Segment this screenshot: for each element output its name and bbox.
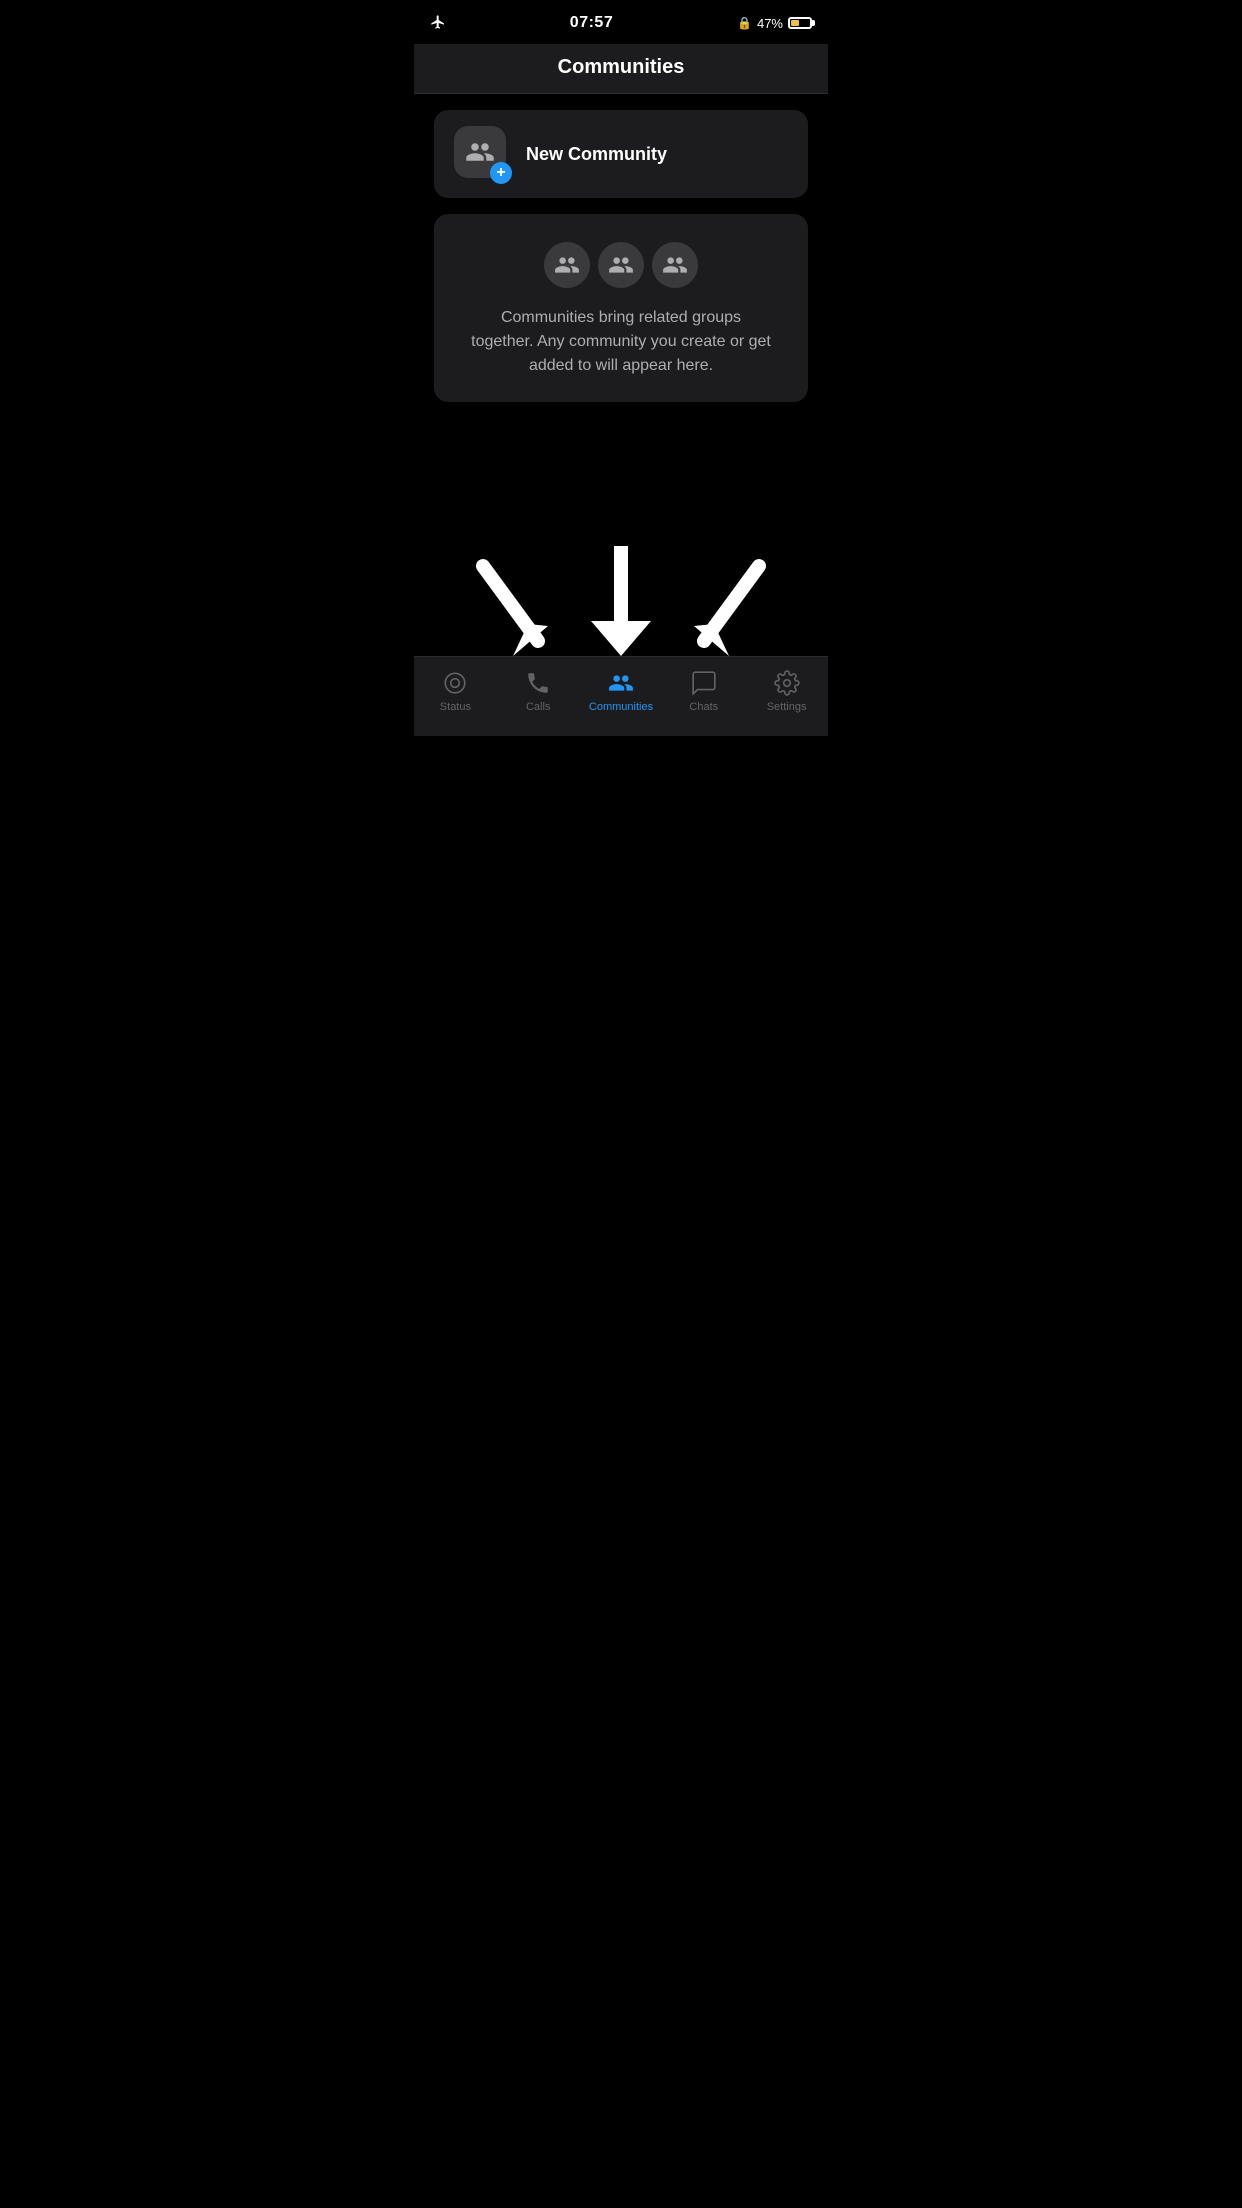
tab-settings[interactable]: Settings	[745, 669, 828, 713]
airplane-mode-icon	[430, 14, 446, 33]
settings-icon	[773, 669, 801, 697]
arrows-section	[414, 476, 828, 656]
lock-icon: 🔒	[737, 16, 752, 30]
arrow-right-icon	[689, 556, 769, 656]
tab-chats[interactable]: Chats	[662, 669, 745, 713]
arrow-center-icon	[591, 546, 651, 656]
communities-icon	[607, 669, 635, 697]
nav-header: Communities	[414, 44, 828, 94]
tab-communities-label: Communities	[589, 701, 653, 713]
calls-icon-svg	[525, 670, 551, 696]
communities-icons-group	[544, 242, 698, 288]
info-description: Communities bring related groups togethe…	[471, 306, 771, 378]
comm-icon-3	[652, 242, 698, 288]
plus-badge: +	[490, 162, 512, 184]
communities-icon-svg	[608, 670, 634, 696]
status-icon	[441, 669, 469, 697]
arrow-center	[591, 546, 651, 656]
status-icon-svg	[442, 670, 468, 696]
calls-icon	[524, 669, 552, 697]
status-bar: 07:57 🔒 47%	[414, 0, 828, 44]
battery-percent: 47%	[757, 16, 783, 31]
arrow-left	[473, 556, 553, 656]
battery-icon	[788, 17, 812, 29]
chats-icon-svg	[691, 670, 717, 696]
tab-chats-label: Chats	[689, 701, 718, 713]
comm-icon-1	[544, 242, 590, 288]
new-community-label: New Community	[526, 144, 667, 165]
arrow-right	[689, 556, 769, 656]
info-card: Communities bring related groups togethe…	[434, 214, 808, 402]
arrow-left-icon	[473, 556, 553, 656]
tab-status-label: Status	[440, 701, 471, 713]
main-content: + New Community Communities bring rela	[414, 94, 828, 418]
new-community-card[interactable]: + New Community	[434, 110, 808, 198]
tab-communities[interactable]: Communities	[580, 669, 663, 713]
tab-calls[interactable]: Calls	[497, 669, 580, 713]
group-icon-3	[662, 252, 688, 278]
tab-status[interactable]: Status	[414, 669, 497, 713]
status-right-group: 🔒 47%	[737, 16, 812, 31]
comm-icon-2	[598, 242, 644, 288]
tab-calls-label: Calls	[526, 701, 550, 713]
group-icon	[465, 137, 495, 167]
tab-settings-label: Settings	[767, 701, 807, 713]
group-icon-2	[608, 252, 634, 278]
tab-bar: Status Calls Communities Chats	[414, 656, 828, 736]
page-title: Communities	[430, 56, 812, 79]
settings-icon-svg	[774, 670, 800, 696]
chats-icon	[690, 669, 718, 697]
new-community-icon-wrapper: +	[454, 126, 510, 182]
status-time: 07:57	[570, 14, 613, 32]
group-icon-1	[554, 252, 580, 278]
